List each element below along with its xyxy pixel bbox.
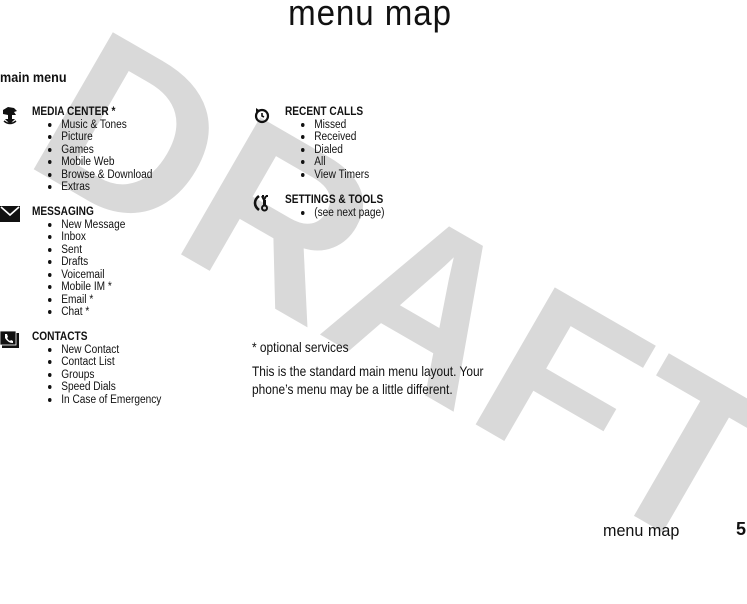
page-title: menu map xyxy=(288,0,452,33)
footer-section-label: menu map xyxy=(603,521,680,540)
list-item: Games xyxy=(48,144,152,157)
list-item: Browse & Download xyxy=(48,169,152,182)
list-item: Chat * xyxy=(48,306,125,319)
list-item: Music & Tones xyxy=(48,119,152,132)
menu-item-list: Missed Received Dialed All View Timers xyxy=(301,119,378,182)
list-item: Sent xyxy=(48,244,125,257)
menu-item-list: New Contact Contact List Groups Speed Di… xyxy=(48,344,177,407)
list-item: All xyxy=(301,156,369,169)
list-item: Missed xyxy=(301,119,369,132)
optional-services-footnote: * optional services xyxy=(252,339,349,355)
list-item: New Message xyxy=(48,219,125,232)
list-item: Drafts xyxy=(48,256,125,269)
list-item: Extras xyxy=(48,181,152,194)
list-item: View Timers xyxy=(301,169,369,182)
settings-tools-icon xyxy=(253,194,273,212)
menu-heading: MEDIA CENTER * xyxy=(32,106,116,118)
list-item: Groups xyxy=(48,369,161,382)
list-item: Speed Dials xyxy=(48,381,161,394)
list-item: Received xyxy=(301,131,369,144)
list-item: Contact List xyxy=(48,356,161,369)
envelope-icon xyxy=(0,206,20,224)
menu-heading: MESSAGING xyxy=(32,206,94,218)
menu-item-list: New Message Inbox Sent Drafts Voicemail … xyxy=(48,219,136,319)
recent-calls-clock-icon xyxy=(253,106,273,124)
list-item: Mobile Web xyxy=(48,156,152,169)
list-item: Voicemail xyxy=(48,269,125,282)
list-item: In Case of Emergency xyxy=(48,394,161,407)
menu-item-list: Music & Tones Picture Games Mobile Web B… xyxy=(48,119,167,194)
menu-layout-description: This is the standard main menu layout. Y… xyxy=(252,362,484,398)
phonebook-icon xyxy=(0,330,20,349)
list-item: Dialed xyxy=(301,144,369,157)
list-item: New Contact xyxy=(48,344,161,357)
description-line: This is the standard main menu layout. Y… xyxy=(252,363,484,379)
section-title: main menu xyxy=(0,69,67,85)
list-item: Inbox xyxy=(48,231,125,244)
media-center-icon xyxy=(0,106,20,125)
menu-heading: CONTACTS xyxy=(32,331,88,343)
menu-item-list: (see next page) xyxy=(301,207,396,220)
list-item: (see next page) xyxy=(301,207,385,220)
list-item: Email * xyxy=(48,294,125,307)
menu-heading: SETTINGS & TOOLS xyxy=(285,194,384,206)
list-item: Mobile IM * xyxy=(48,281,125,294)
page-number: 5 xyxy=(736,519,747,539)
list-item: Picture xyxy=(48,131,152,144)
description-line: phone’s menu may be a little different. xyxy=(252,381,453,397)
menu-heading: RECENT CALLS xyxy=(285,106,364,118)
